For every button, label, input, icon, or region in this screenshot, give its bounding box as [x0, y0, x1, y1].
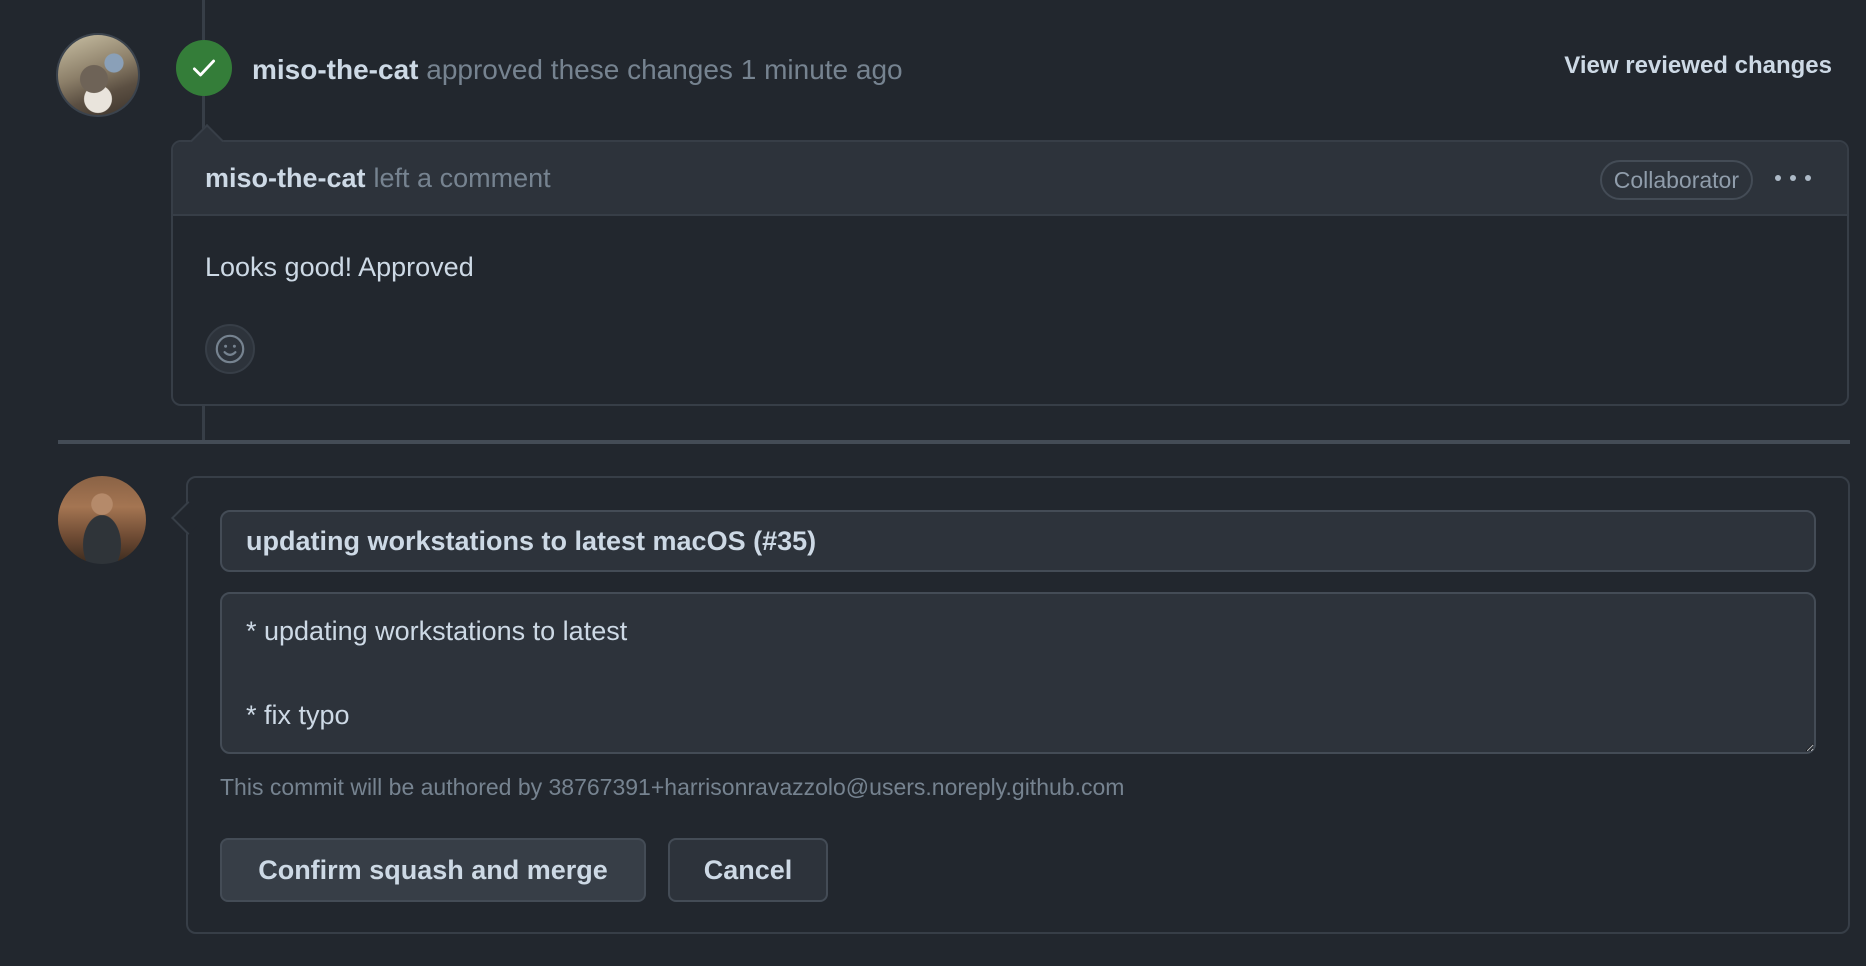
comment-action-text: left a comment — [373, 162, 551, 193]
kebab-dot — [1805, 175, 1811, 181]
confirm-squash-merge-button[interactable]: Confirm squash and merge — [220, 838, 646, 902]
review-timestamp[interactable]: 1 minute ago — [741, 54, 903, 85]
cancel-button[interactable]: Cancel — [668, 838, 828, 902]
timeline-separator — [58, 440, 1850, 444]
merge-form: * updating workstations to latest * fix … — [186, 476, 1850, 934]
comment-header: miso-the-cat left a comment Collaborator — [173, 142, 1847, 216]
merger-avatar[interactable] — [58, 476, 146, 564]
view-reviewed-changes-link[interactable]: View reviewed changes — [1564, 52, 1832, 80]
commit-author-note: This commit will be authored by 38767391… — [220, 774, 1125, 800]
review-action-text: approved these changes — [426, 54, 733, 85]
comment-author-link[interactable]: miso-the-cat — [205, 163, 366, 194]
check-icon — [192, 59, 216, 77]
timeline-line — [202, 0, 205, 40]
review-comment: miso-the-cat left a comment Collaborator… — [171, 140, 1849, 406]
smiley-icon — [215, 334, 245, 364]
commit-title-input[interactable] — [220, 510, 1816, 572]
reviewer-avatar[interactable] — [56, 33, 140, 117]
collaborator-badge: Collaborator — [1599, 160, 1753, 200]
comment-options-button[interactable] — [1775, 162, 1811, 194]
commit-message-textarea[interactable]: * updating workstations to latest * fix … — [220, 592, 1816, 754]
timeline-line — [202, 406, 205, 442]
reviewer-name-link[interactable]: miso-the-cat — [252, 54, 418, 85]
pr-timeline: miso-the-cat approved these changes 1 mi… — [0, 0, 1866, 966]
add-reaction-button[interactable] — [205, 324, 255, 374]
comment-body: Looks good! Approved — [205, 252, 474, 282]
kebab-dot — [1790, 175, 1796, 181]
kebab-dot — [1775, 175, 1781, 181]
approved-badge — [176, 40, 232, 96]
review-event-header: miso-the-cat approved these changes 1 mi… — [252, 50, 903, 90]
